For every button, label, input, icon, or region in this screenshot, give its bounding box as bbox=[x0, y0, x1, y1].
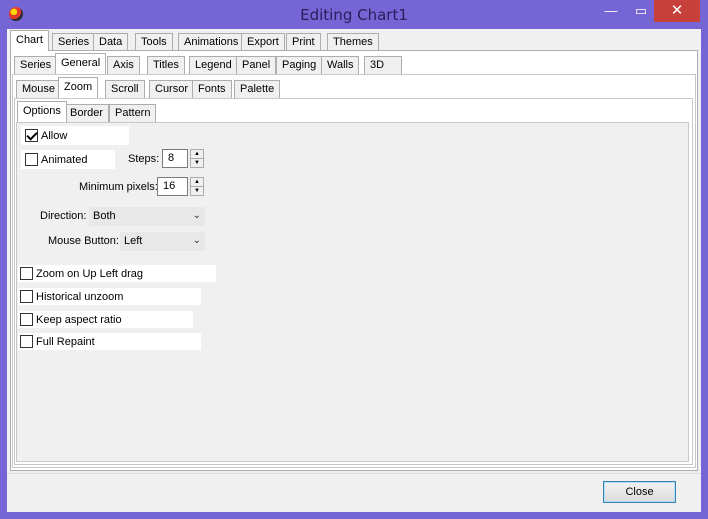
tab-legend[interactable]: Legend bbox=[189, 56, 238, 74]
dialog-window: Editing Chart1 — ▭ ✕ Chart Series Data T… bbox=[0, 0, 708, 519]
close-window-button[interactable]: ✕ bbox=[654, 0, 700, 22]
tab-fonts[interactable]: Fonts bbox=[192, 80, 232, 98]
tab-titles[interactable]: Titles bbox=[147, 56, 185, 74]
tab-3d[interactable]: 3D bbox=[364, 56, 402, 74]
tab-walls[interactable]: Walls bbox=[321, 56, 360, 74]
zoom-on-up-left-label: Zoom on Up Left drag bbox=[36, 268, 144, 280]
options-panel: Allow Animated Steps: 8 ▲ ▼ Minimum pixel… bbox=[16, 122, 689, 462]
title-bar[interactable]: Editing Chart1 — ▭ ✕ bbox=[0, 0, 708, 28]
zoom-on-up-left-checkbox[interactable] bbox=[20, 267, 33, 280]
tab-zoom[interactable]: Zoom bbox=[58, 77, 99, 98]
steps-label: Steps: bbox=[128, 153, 160, 165]
tab-panel[interactable]: Panel bbox=[236, 56, 277, 74]
min-pixels-spinner[interactable]: ▲ ▼ bbox=[190, 177, 204, 196]
spin-up-icon[interactable]: ▲ bbox=[191, 178, 203, 187]
tab-animations[interactable]: Animations bbox=[178, 33, 245, 51]
tab-sub-series[interactable]: Series bbox=[14, 56, 58, 74]
chevron-down-icon: ⌄ bbox=[192, 210, 201, 221]
keep-aspect-ratio-label: Keep aspect ratio bbox=[36, 314, 122, 326]
direction-label: Direction: bbox=[40, 210, 87, 222]
maximize-button[interactable]: ▭ bbox=[626, 0, 656, 22]
allow-label: Allow bbox=[41, 130, 68, 142]
mouse-button-value: Left bbox=[124, 235, 143, 247]
steps-input[interactable]: 8 bbox=[162, 149, 188, 168]
tab-themes[interactable]: Themes bbox=[327, 33, 379, 51]
close-button[interactable]: Close bbox=[603, 481, 676, 503]
full-repaint-label: Full Repaint bbox=[36, 336, 95, 348]
animated-label: Animated bbox=[41, 154, 88, 166]
min-pixels-input[interactable]: 16 bbox=[157, 177, 188, 196]
tab-print[interactable]: Print bbox=[286, 33, 321, 51]
allow-checkbox[interactable] bbox=[25, 129, 38, 142]
tab-pattern[interactable]: Pattern bbox=[109, 104, 157, 122]
tab-options[interactable]: Options bbox=[17, 101, 67, 122]
historical-unzoom-checkbox[interactable] bbox=[20, 290, 33, 303]
steps-spinner[interactable]: ▲ ▼ bbox=[190, 149, 204, 168]
tab-series[interactable]: Series bbox=[52, 33, 96, 51]
mouse-button-select[interactable]: Left ⌄ bbox=[120, 232, 205, 251]
tab-scroll[interactable]: Scroll bbox=[105, 80, 145, 98]
dialog-client: Chart Series Data Tools Animations Expor… bbox=[7, 29, 701, 512]
minimize-button[interactable]: — bbox=[596, 0, 626, 22]
tab-cursor[interactable]: Cursor bbox=[149, 80, 195, 98]
tab-tools[interactable]: Tools bbox=[135, 33, 173, 51]
tab-paging[interactable]: Paging bbox=[276, 56, 323, 74]
direction-value: Both bbox=[93, 210, 116, 222]
tab-general[interactable]: General bbox=[55, 53, 107, 74]
tab-data[interactable]: Data bbox=[93, 33, 129, 51]
historical-unzoom-label: Historical unzoom bbox=[36, 291, 124, 303]
chart-tab-panel: Series General Axis Titles Legend Panel … bbox=[10, 50, 698, 471]
zoom-tab-panel: Options Border Pattern Allow Animated St… bbox=[14, 98, 693, 465]
keep-aspect-ratio-checkbox[interactable] bbox=[20, 313, 33, 326]
spin-up-icon[interactable]: ▲ bbox=[191, 150, 203, 159]
tab-mouse[interactable]: Mouse bbox=[16, 80, 62, 98]
tab-export[interactable]: Export bbox=[241, 33, 285, 51]
footer-separator bbox=[7, 473, 701, 474]
mouse-button-label: Mouse Button: bbox=[48, 235, 119, 247]
min-pixels-label: Minimum pixels: bbox=[79, 181, 158, 193]
full-repaint-checkbox[interactable] bbox=[20, 335, 33, 348]
tab-border[interactable]: Border bbox=[64, 104, 110, 122]
spin-down-icon[interactable]: ▼ bbox=[191, 159, 203, 168]
direction-select[interactable]: Both ⌄ bbox=[89, 207, 205, 226]
animated-checkbox[interactable] bbox=[25, 153, 38, 166]
spin-down-icon[interactable]: ▼ bbox=[191, 187, 203, 196]
tab-chart[interactable]: Chart bbox=[10, 30, 49, 51]
general-tab-panel: Mouse Zoom Scroll Cursor Fonts Palette O… bbox=[12, 74, 696, 468]
chevron-down-icon: ⌄ bbox=[192, 235, 201, 246]
tab-axis[interactable]: Axis bbox=[107, 56, 140, 74]
tab-palette[interactable]: Palette bbox=[234, 80, 281, 98]
